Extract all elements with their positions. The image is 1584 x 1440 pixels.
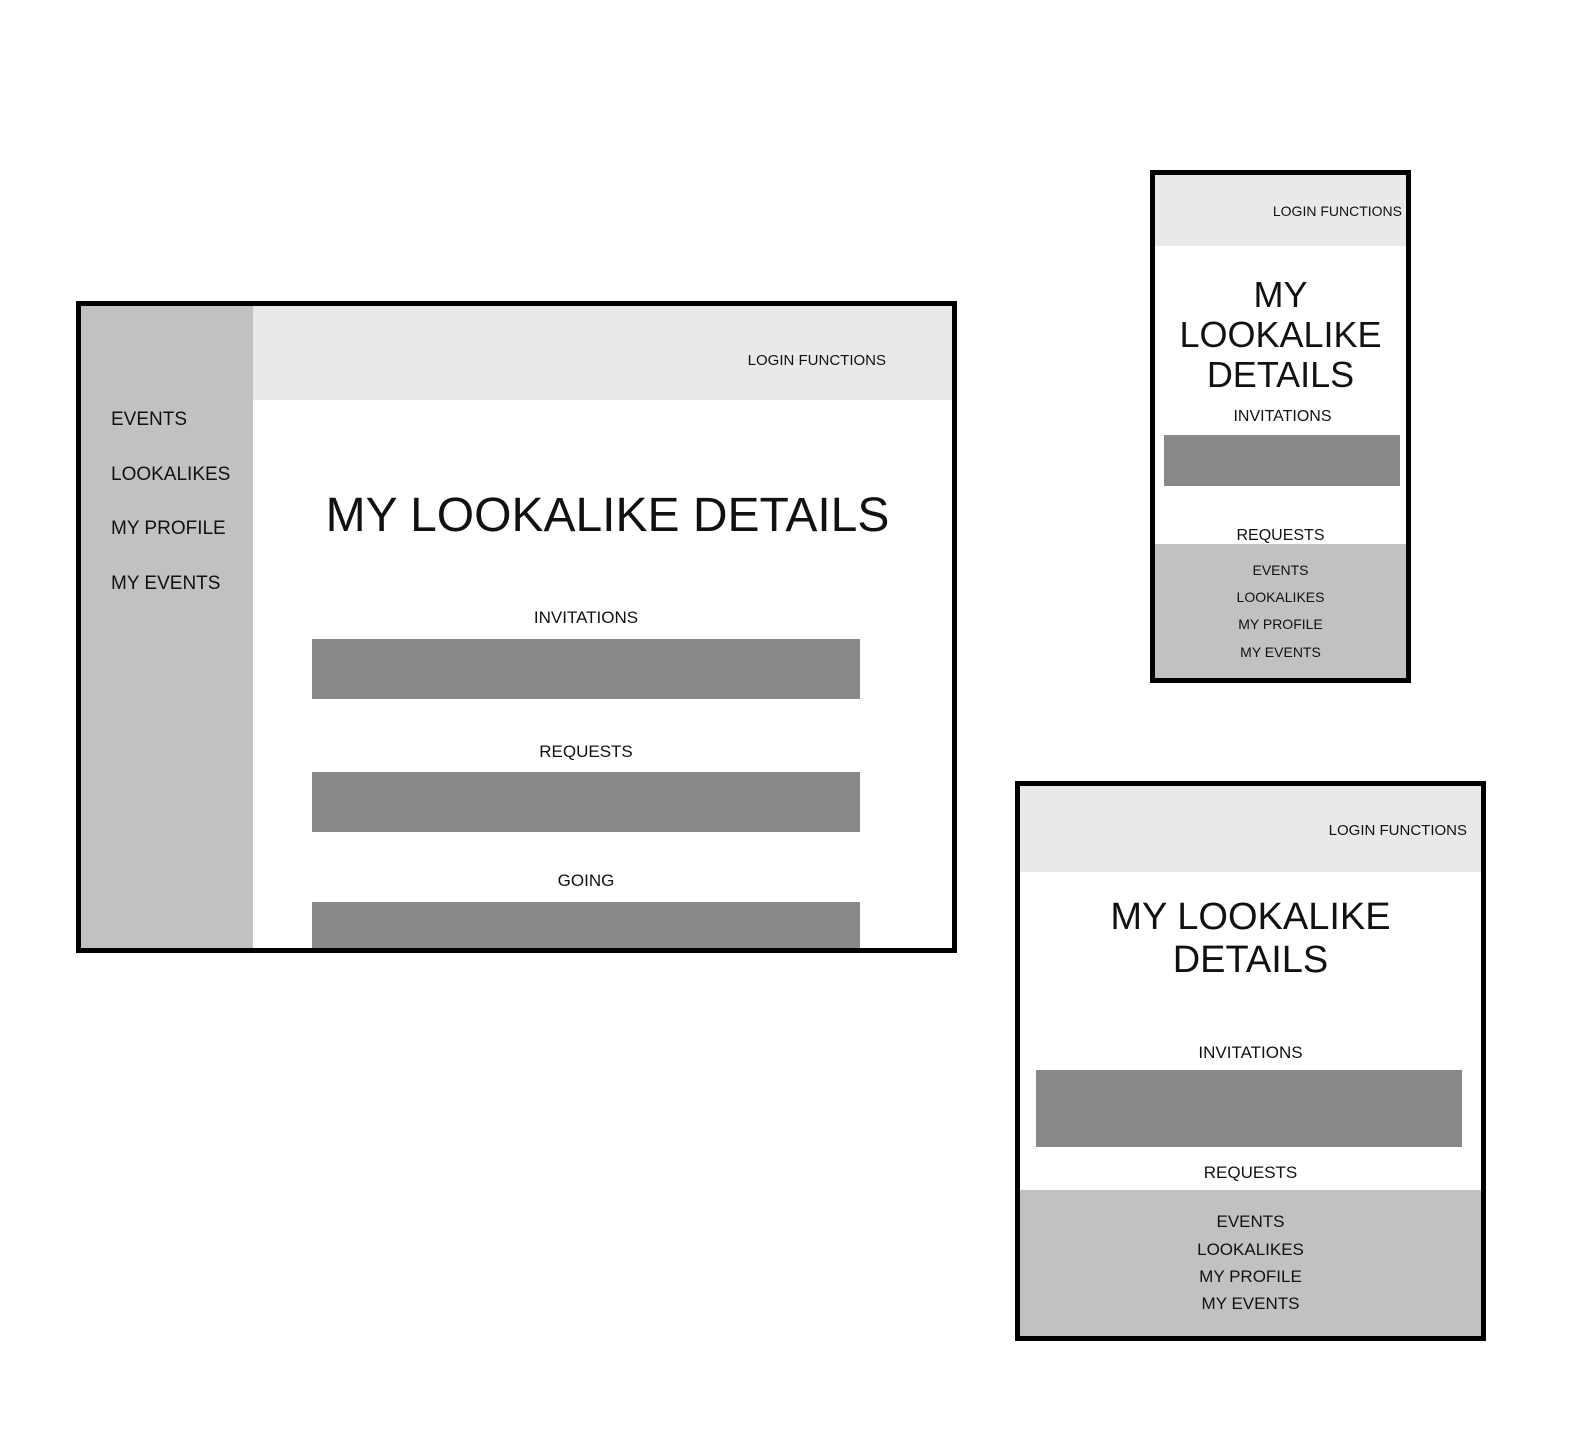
header-bar: LOGIN FUNCTIONS	[1020, 786, 1481, 872]
sidebar-item-my-events[interactable]: MY EVENTS	[111, 573, 220, 595]
page-title-line-2: DETAILS	[1206, 354, 1355, 395]
going-content-block[interactable]	[312, 902, 860, 948]
phone-wireframe: LOGIN FUNCTIONS MY LOOKALIKE DETAILS INV…	[1150, 170, 1411, 683]
requests-content-block[interactable]	[312, 772, 860, 832]
sidebar-item-my-profile[interactable]: MY PROFILE	[111, 518, 226, 540]
login-functions-link[interactable]: LOGIN FUNCTIONS	[1273, 203, 1402, 219]
page-title-line-2: DETAILS	[1172, 939, 1329, 981]
page-title-line-1: MY LOOKALIKE	[1110, 896, 1391, 938]
bottom-nav: EVENTS LOOKALIKES MY PROFILE MY EVENTS	[1155, 544, 1406, 678]
header-bar: LOGIN FUNCTIONS	[253, 306, 952, 400]
sidebar-item-lookalikes[interactable]: LOOKALIKES	[111, 464, 230, 486]
nav-item-my-profile[interactable]: MY PROFILE	[1155, 616, 1406, 632]
section-label-invitations: INVITATIONS	[1233, 408, 1332, 425]
login-functions-link[interactable]: LOGIN FUNCTIONS	[748, 352, 886, 369]
section-label-invitations: INVITATIONS	[533, 608, 639, 627]
invitations-content-block[interactable]	[1036, 1070, 1462, 1147]
nav-item-my-events[interactable]: MY EVENTS	[1155, 644, 1406, 660]
page-title: MY LOOKALIKE DETAILS	[1155, 275, 1406, 395]
login-functions-link[interactable]: LOGIN FUNCTIONS	[1329, 822, 1467, 839]
header-bar: LOGIN FUNCTIONS	[1155, 175, 1406, 246]
invitations-content-block[interactable]	[312, 639, 860, 699]
tablet-wireframe: LOGIN FUNCTIONS MY LOOKALIKE DETAILS INV…	[1015, 781, 1486, 1341]
bottom-nav: EVENTS LOOKALIKES MY PROFILE MY EVENTS	[1020, 1190, 1481, 1336]
page-title: MY LOOKALIKE DETAILS	[1020, 896, 1481, 982]
page-title-line-1: MY LOOKALIKE	[1179, 274, 1382, 355]
section-label-requests: REQUESTS	[539, 742, 633, 761]
nav-item-events[interactable]: EVENTS	[1155, 562, 1406, 578]
nav-item-lookalikes[interactable]: LOOKALIKES	[1155, 589, 1406, 605]
nav-item-lookalikes[interactable]: LOOKALIKES	[1020, 1240, 1481, 1260]
nav-item-events[interactable]: EVENTS	[1020, 1212, 1481, 1232]
sidebar-item-events[interactable]: EVENTS	[111, 409, 187, 431]
desktop-wireframe: EVENTS LOOKALIKES MY PROFILE MY EVENTS L…	[76, 301, 957, 953]
nav-item-my-profile[interactable]: MY PROFILE	[1020, 1267, 1481, 1287]
invitations-content-block[interactable]	[1164, 435, 1400, 486]
nav-item-my-events[interactable]: MY EVENTS	[1020, 1294, 1481, 1314]
sidebar: EVENTS LOOKALIKES MY PROFILE MY EVENTS	[81, 306, 253, 948]
section-label-requests: REQUESTS	[1236, 527, 1325, 544]
page-title: MY LOOKALIKE DETAILS	[325, 489, 890, 542]
section-label-going: GOING	[557, 871, 615, 890]
section-label-requests: REQUESTS	[1203, 1163, 1298, 1182]
section-label-invitations: INVITATIONS	[1198, 1043, 1303, 1062]
